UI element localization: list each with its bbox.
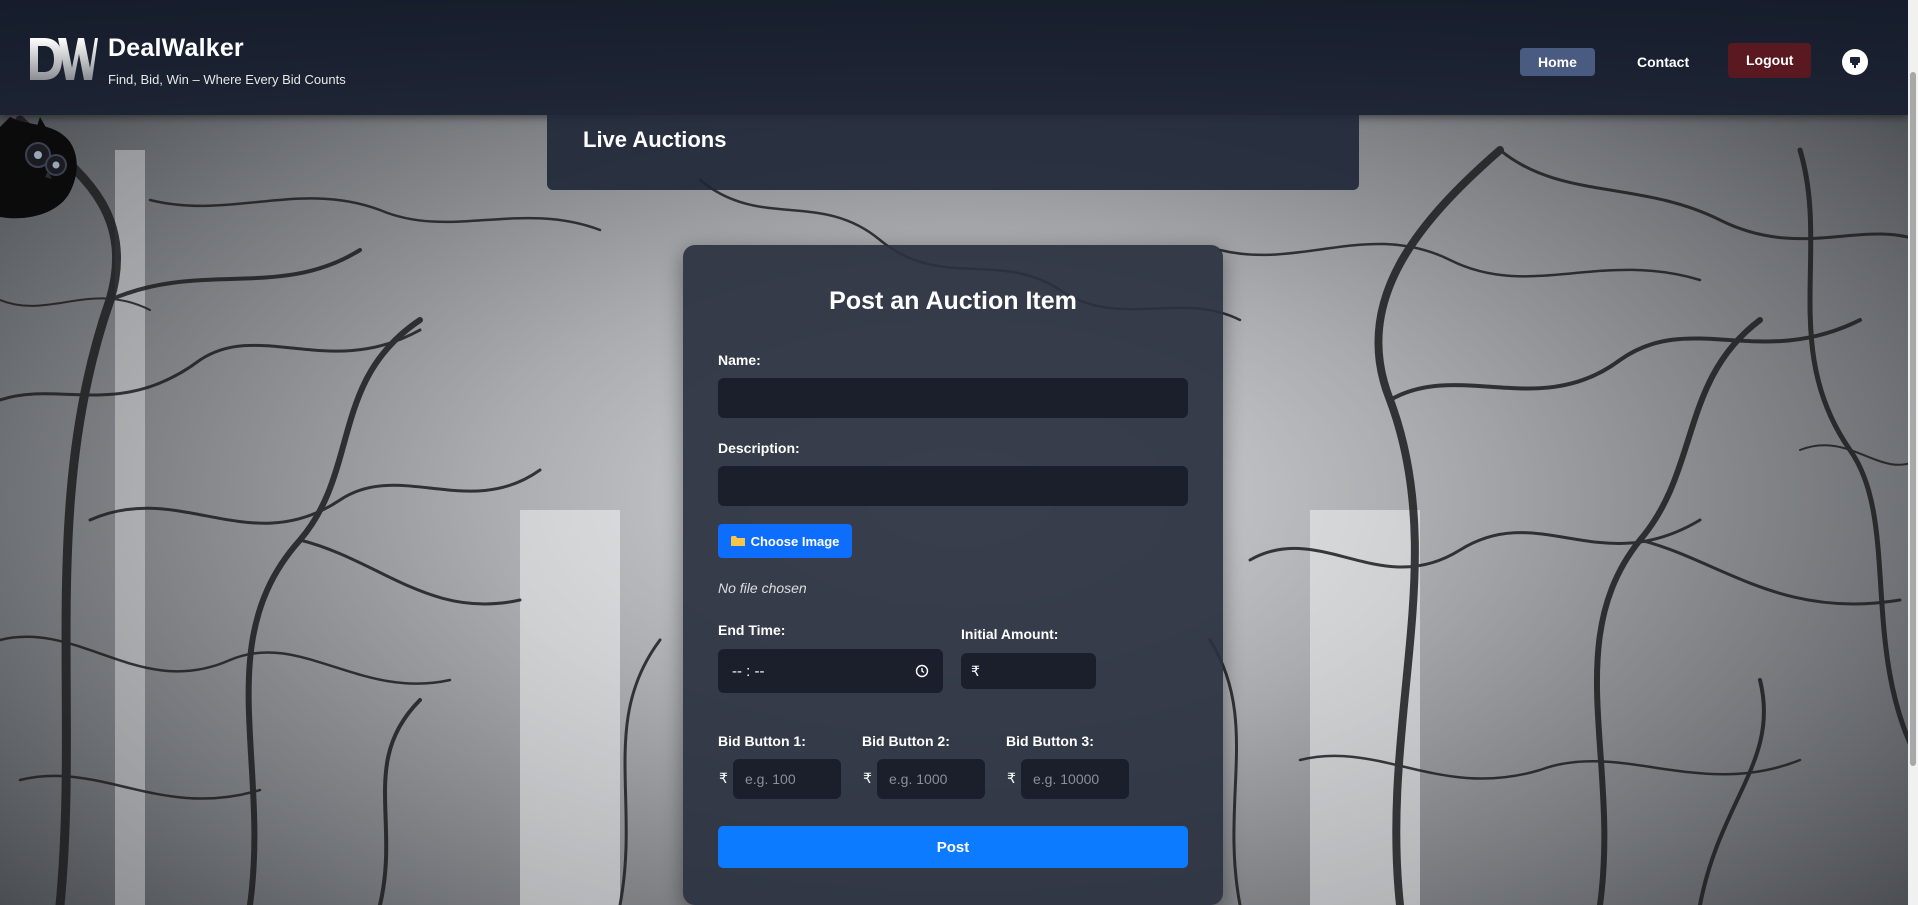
top-navbar: DealWalker Find, Bid, Win – Where Every … [0,0,1908,115]
choose-image-label: Choose Image [750,533,840,549]
bid-button-2-currency: ₹ [863,770,872,786]
brand-tagline: Find, Bid, Win – Where Every Bid Counts [108,72,346,87]
name-label: Name: [718,352,761,368]
nav-contact-link[interactable]: Contact [1619,48,1707,76]
bid-button-1-placeholder: e.g. 100 [745,771,796,787]
scrollbar-thumb[interactable] [1910,72,1916,766]
initial-amount-label: Initial Amount: [961,626,1059,642]
folder-icon [730,536,745,546]
bid-button-3-currency: ₹ [1007,770,1016,786]
clock-icon[interactable] [915,664,929,678]
no-file-text: No file chosen [718,580,807,596]
bid-button-1-currency: ₹ [719,770,728,786]
post-button[interactable]: Post [718,826,1188,868]
end-time-label: End Time: [718,622,786,638]
bid-button-2-label: Bid Button 2: [862,733,950,749]
bid-button-3-placeholder: e.g. 10000 [1033,771,1100,787]
description-label: Description: [718,440,800,456]
nav-home-button[interactable]: Home [1520,48,1595,76]
name-input[interactable] [718,378,1188,418]
owl-mascot-image [0,117,77,219]
logout-button[interactable]: Logout [1728,43,1812,78]
bell-icon [1850,57,1860,68]
end-time-input[interactable]: -- : -- [718,649,943,693]
form-title: Post an Auction Item [829,287,1077,315]
scroll-down-arrow[interactable] [1908,893,1918,905]
initial-amount-currency: ₹ [971,662,980,679]
bid-button-2-input[interactable]: e.g. 1000 [877,759,985,799]
page-scrollbar[interactable] [1908,0,1918,905]
initial-amount-input[interactable]: ₹ [961,653,1096,689]
bid-button-1-input[interactable]: e.g. 100 [733,759,841,799]
bid-button-2-placeholder: e.g. 1000 [889,771,948,787]
dealwalker-logo[interactable] [28,34,98,84]
end-time-value: -- : -- [732,662,765,680]
bid-button-3-input[interactable]: e.g. 10000 [1021,759,1129,799]
choose-image-button[interactable]: Choose Image [718,524,852,558]
live-auctions-panel: Live Auctions [547,115,1359,190]
live-auctions-title: Live Auctions [583,127,727,152]
brand-name: DealWalker [108,34,244,62]
description-input[interactable] [718,466,1188,506]
notification-button[interactable] [1842,49,1868,75]
post-auction-form: Post an Auction Item Name: Description: … [683,245,1223,905]
bid-button-3-label: Bid Button 3: [1006,733,1094,749]
bid-button-1-label: Bid Button 1: [718,733,806,749]
scroll-up-arrow[interactable] [1908,0,1918,12]
